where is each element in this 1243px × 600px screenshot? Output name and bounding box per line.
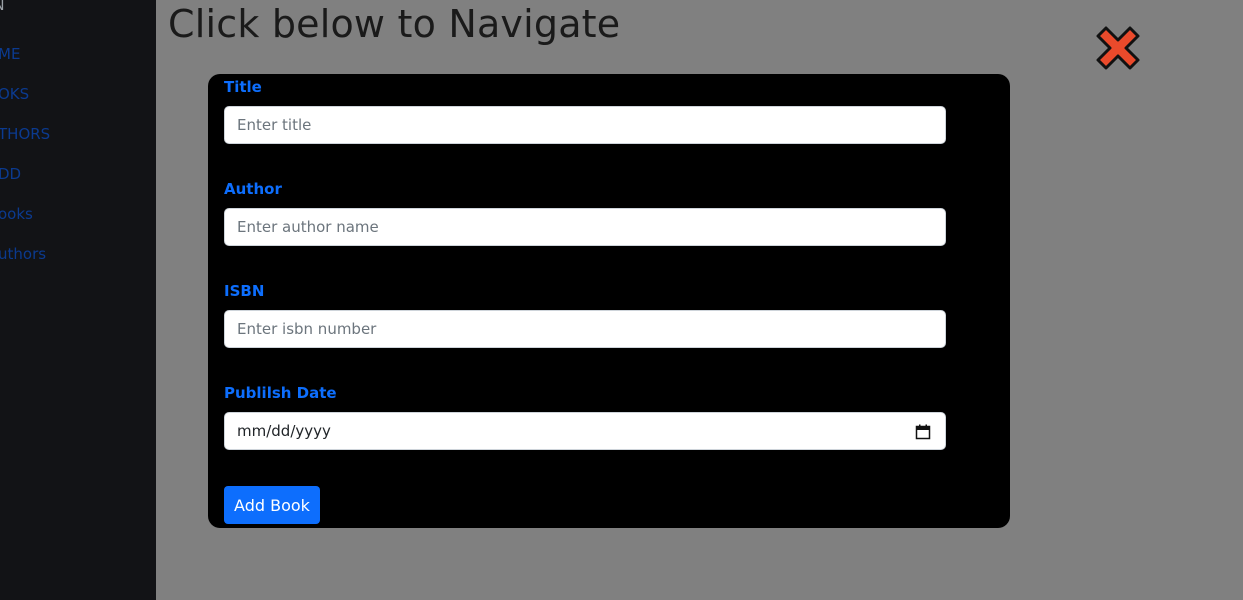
add-book-button[interactable]: Add Book — [224, 486, 320, 524]
sidebar-item-books[interactable]: OKS — [0, 85, 29, 103]
author-input[interactable] — [224, 208, 946, 246]
publish-date-value: mm/dd/yyyy — [237, 422, 331, 440]
author-label: Author — [224, 180, 282, 198]
add-book-modal: Title Author ISBN Publilsh Date mm/dd/yy… — [208, 74, 1010, 528]
sidebar: N ME OKS THORS DD ooks uthors — [0, 0, 156, 600]
sidebar-item-authors-list[interactable]: uthors — [0, 245, 46, 263]
page-title: Click below to Navigate — [168, 2, 621, 46]
isbn-label: ISBN — [224, 282, 265, 300]
isbn-input[interactable] — [224, 310, 946, 348]
sidebar-brand: N — [0, 0, 4, 14]
calendar-icon[interactable] — [915, 424, 931, 444]
sidebar-item-home[interactable]: ME — [0, 45, 20, 63]
publish-date-input[interactable]: mm/dd/yyyy — [224, 412, 946, 450]
sidebar-item-add[interactable]: DD — [0, 165, 21, 183]
close-icon[interactable] — [1090, 24, 1146, 80]
sidebar-item-books-list[interactable]: ooks — [0, 205, 33, 223]
title-label: Title — [224, 78, 262, 96]
title-input[interactable] — [224, 106, 946, 144]
publish-date-label: Publilsh Date — [224, 384, 337, 402]
sidebar-item-authors[interactable]: THORS — [0, 125, 50, 143]
